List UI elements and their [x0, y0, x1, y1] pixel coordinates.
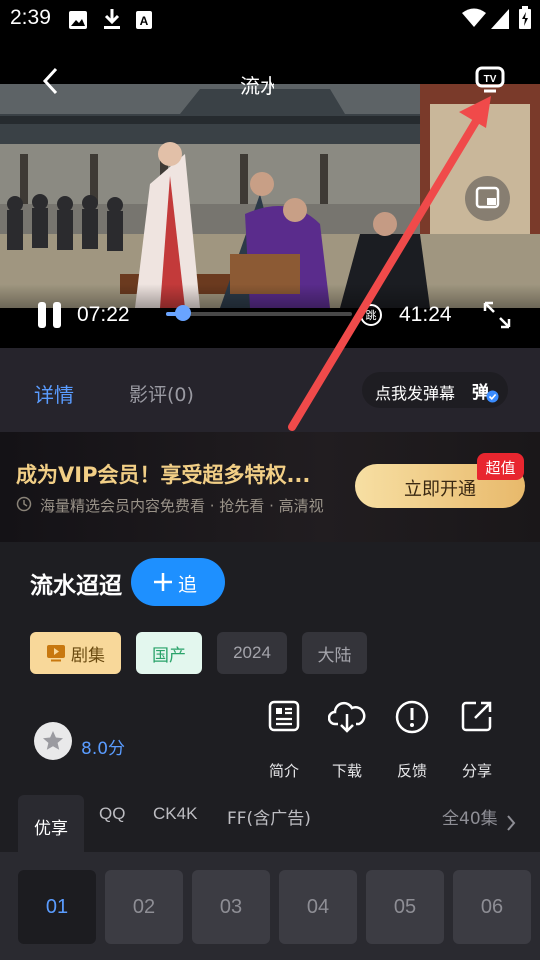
- battery-icon: [519, 6, 531, 29]
- chevron-right-icon[interactable]: [505, 814, 517, 832]
- progress-track[interactable]: [166, 312, 352, 316]
- vip-headline: 成为VIP会员！享受超多特权...: [16, 463, 311, 487]
- tab-reviews[interactable]: 影评(0): [129, 380, 194, 407]
- play-tv-icon: [47, 645, 65, 662]
- source-tab-youxiang[interactable]: 优享: [18, 795, 84, 852]
- back-arrow-icon[interactable]: [40, 66, 62, 96]
- action-share-label: 分享: [461, 762, 492, 780]
- picture-in-picture-icon: [475, 186, 500, 209]
- source-tab-youxiang-label: 优享: [34, 819, 68, 839]
- follow-label: 追: [178, 574, 198, 596]
- action-intro[interactable]: 简介: [254, 692, 314, 780]
- source-tab-ck4k[interactable]: CK4K: [153, 804, 197, 824]
- action-download-label: 下载: [331, 762, 362, 780]
- cloud-download-icon: [328, 701, 366, 733]
- action-download[interactable]: 下载: [317, 692, 377, 780]
- tag-year[interactable]: 2024: [217, 632, 287, 674]
- episode-button[interactable]: 03: [192, 870, 270, 944]
- tv-cast-icon[interactable]: TV: [474, 64, 506, 96]
- tag-domestic[interactable]: 国产: [136, 632, 202, 674]
- clock-icon: [16, 496, 32, 512]
- action-feedback[interactable]: 反馈: [382, 692, 442, 780]
- rating-star-button[interactable]: [34, 722, 72, 760]
- tag-region-label: 大陆: [317, 645, 352, 666]
- rating-score: 8.0分: [81, 739, 126, 759]
- danmaku-label: 点我发弹幕: [375, 384, 456, 403]
- pip-button[interactable]: [465, 176, 510, 221]
- status-bar: 2:39 A: [0, 0, 540, 44]
- progress-thumb[interactable]: [174, 305, 191, 321]
- share-icon: [461, 701, 492, 732]
- episode-list: 01 02 03 04 05 06: [0, 852, 540, 960]
- video-frame[interactable]: [0, 84, 540, 308]
- episode-button[interactable]: 04: [279, 870, 357, 944]
- danmaku-input-button[interactable]: 点我发弹幕 弹: [362, 372, 508, 408]
- pause-icon[interactable]: [36, 300, 64, 330]
- danmaku-toggle[interactable]: 弹: [472, 378, 499, 403]
- video-player[interactable]: 流水 TV 07:22 跳 41:24: [0, 44, 540, 348]
- video-scene-image: [0, 84, 540, 308]
- alert-icon: [395, 700, 429, 734]
- follow-button[interactable]: 追: [131, 558, 225, 606]
- episode-button[interactable]: 02: [105, 870, 183, 944]
- star-icon: [43, 731, 63, 750]
- download-notification-icon: [104, 9, 120, 29]
- episode-number: 04: [306, 895, 330, 918]
- tag-year-label: 2024: [233, 643, 271, 662]
- status-time: 2:39: [10, 6, 51, 29]
- svg-text:A: A: [140, 14, 149, 28]
- all-episodes-link[interactable]: 全40集: [442, 804, 498, 829]
- action-share[interactable]: 分享: [447, 692, 507, 780]
- skip-label: 跳: [365, 309, 377, 322]
- show-title: 流水迢迢: [30, 573, 122, 599]
- source-tab-ff[interactable]: FF(含广告): [227, 804, 311, 829]
- episode-number: 05: [393, 895, 417, 918]
- vip-badge: 超值: [477, 453, 524, 480]
- font-notification-icon: A: [136, 11, 152, 29]
- episode-button[interactable]: 05: [366, 870, 444, 944]
- episode-number: 02: [132, 895, 156, 918]
- vip-banner[interactable]: 成为VIP会员！享受超多特权... 海量精选会员内容免费看 · 抢先看 · 高清…: [0, 432, 540, 542]
- svg-text:TV: TV: [484, 74, 497, 85]
- signal-icon: [491, 9, 509, 29]
- episode-button[interactable]: 06: [453, 870, 531, 944]
- source-tab-qq[interactable]: QQ: [99, 804, 125, 824]
- action-intro-label: 简介: [268, 762, 299, 780]
- image-notification-icon: [69, 11, 87, 29]
- episode-number: 03: [219, 895, 243, 918]
- video-title: 流水: [240, 74, 274, 98]
- vip-subtitle: 海量精选会员内容免费看 · 抢先看 · 高清视: [40, 497, 324, 515]
- fullscreen-icon[interactable]: [482, 300, 512, 330]
- tab-detail[interactable]: 详情: [34, 379, 74, 408]
- action-feedback-label: 反馈: [396, 762, 427, 780]
- tag-series-label: 剧集: [71, 645, 105, 666]
- tag-region[interactable]: 大陆: [302, 632, 367, 674]
- check-badge-icon: [486, 390, 499, 403]
- episode-number: 01: [45, 895, 69, 918]
- document-icon: [268, 700, 300, 732]
- episode-button[interactable]: 01: [18, 870, 96, 944]
- vip-badge-label: 超值: [485, 459, 516, 477]
- total-time: 41:24: [399, 303, 452, 326]
- tag-domestic-label: 国产: [152, 645, 186, 666]
- tag-series[interactable]: 剧集: [30, 632, 121, 674]
- episode-number: 06: [480, 895, 504, 918]
- show-info: 流水迢迢 追 剧集 国产 2024 大陆 8.0分 简介 下载 反馈 分享 优享…: [0, 542, 540, 852]
- current-time: 07:22: [77, 303, 130, 326]
- wifi-icon: [462, 8, 486, 27]
- skip-intro-button[interactable]: 跳: [360, 304, 382, 326]
- plus-icon: [154, 573, 172, 591]
- detail-tab-bar: 详情 影评(0) 点我发弹幕 弹: [0, 348, 540, 432]
